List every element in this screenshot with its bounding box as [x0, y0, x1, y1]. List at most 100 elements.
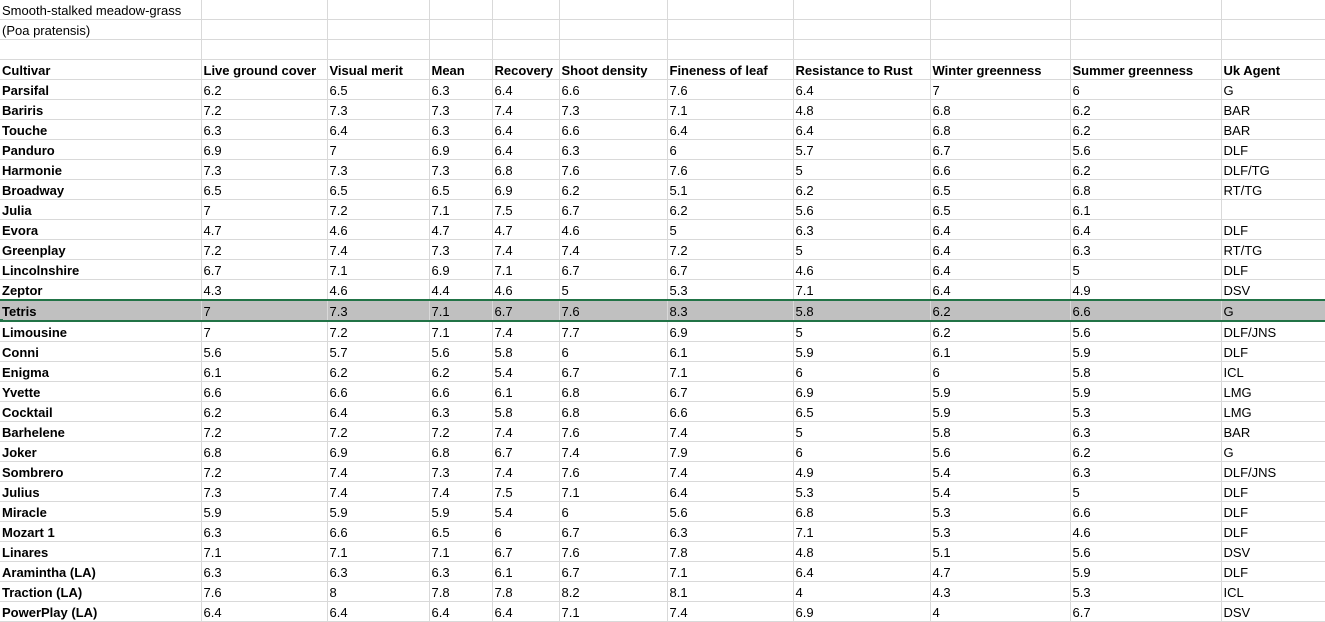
cultivar-cell[interactable]: Harmonie: [0, 159, 202, 180]
cell[interactable]: 5.9: [429, 501, 493, 522]
cell[interactable]: 4: [793, 581, 931, 602]
cell[interactable]: 6.4: [429, 601, 493, 622]
cell[interactable]: 7.8: [429, 581, 493, 602]
table-row[interactable]: Sombrero 7.2 7.4 7.3 7.4 7.6 7.4 4.9 5.4 6.3 DLF/J…: [0, 461, 1325, 482]
cell[interactable]: 6.7: [559, 199, 668, 220]
cell[interactable]: 7.4: [492, 461, 560, 482]
cell[interactable]: 6.7: [492, 541, 560, 562]
cell[interactable]: 6.7: [667, 259, 794, 280]
cell[interactable]: 6.7: [492, 299, 560, 322]
column-header[interactable]: Mean: [429, 59, 493, 80]
cell[interactable]: 6.4: [793, 561, 931, 582]
cell[interactable]: BAR: [1221, 421, 1325, 442]
cell[interactable]: 6.7: [559, 259, 668, 280]
cultivar-cell[interactable]: Yvette: [0, 381, 202, 402]
cell[interactable]: 7.3: [429, 99, 493, 120]
cell[interactable]: 6.3: [1070, 421, 1222, 442]
cell[interactable]: 7.6: [667, 159, 794, 180]
cell[interactable]: 6.4: [327, 601, 430, 622]
table-row[interactable]: Traction (LA) 7.6 8 7.8 7.8 8.2 8.1 4 4.3 5.3 ICL: [0, 581, 1325, 602]
cell[interactable]: 5.9: [1070, 341, 1222, 362]
cultivar-cell[interactable]: Barhelene: [0, 421, 202, 442]
cell[interactable]: 6.9: [793, 601, 931, 622]
cell[interactable]: 7.1: [327, 541, 430, 562]
cultivar-cell[interactable]: Cocktail: [0, 401, 202, 422]
table-row[interactable]: Lincolnshire 6.7 7.1 6.9 7.1 6.7 6.7 4.6 6.4 5 DLF: [0, 259, 1325, 280]
cell[interactable]: 6.4: [492, 119, 560, 140]
cell[interactable]: 7.3: [201, 159, 328, 180]
cell[interactable]: 6.4: [793, 119, 931, 140]
cell[interactable]: 6.2: [930, 299, 1071, 322]
cell[interactable]: 6.1: [667, 341, 794, 362]
cultivar-cell[interactable]: Evora: [0, 219, 202, 240]
cultivar-cell[interactable]: Aramintha (LA): [0, 561, 202, 582]
cell[interactable]: 6.5: [793, 401, 931, 422]
cultivar-cell[interactable]: Mozart 1: [0, 521, 202, 542]
cell[interactable]: [793, 0, 931, 20]
cell[interactable]: 5.6: [1070, 541, 1222, 562]
cell[interactable]: LMG: [1221, 401, 1325, 422]
cell[interactable]: 7.4: [667, 421, 794, 442]
cell[interactable]: 5.4: [930, 461, 1071, 482]
cell[interactable]: 6.2: [429, 361, 493, 382]
cell[interactable]: 8: [327, 581, 430, 602]
cell[interactable]: 5: [793, 321, 931, 342]
cell[interactable]: 7.2: [327, 421, 430, 442]
cell[interactable]: 6.6: [559, 119, 668, 140]
cell[interactable]: 6.9: [492, 179, 560, 200]
cell[interactable]: G: [1221, 441, 1325, 462]
cultivar-cell[interactable]: Enigma: [0, 361, 202, 382]
cell[interactable]: 5: [793, 239, 931, 260]
cell[interactable]: 7.4: [429, 481, 493, 502]
cell[interactable]: 7.4: [559, 239, 668, 260]
table-row[interactable]: Mozart 1 6.3 6.6 6.5 6 6.7 6.3 7.1 5.3 4.6 DLF: [0, 521, 1325, 542]
cell[interactable]: [667, 39, 794, 60]
cell[interactable]: 7.3: [429, 239, 493, 260]
cell[interactable]: 4.8: [793, 541, 931, 562]
cell[interactable]: 7.4: [492, 421, 560, 442]
cell[interactable]: 6.7: [492, 441, 560, 462]
table-row[interactable]: Julia 7 7.2 7.1 7.5 6.7 6.2 5.6 6.5 6.1: [0, 199, 1325, 220]
column-header[interactable]: Uk Agent: [1221, 59, 1325, 80]
cell[interactable]: 6.9: [201, 139, 328, 160]
cell[interactable]: 8.3: [667, 299, 794, 322]
cell[interactable]: 4.4: [429, 279, 493, 301]
cell[interactable]: 6.8: [793, 501, 931, 522]
cell[interactable]: [201, 39, 328, 60]
cell[interactable]: [492, 39, 560, 60]
column-header[interactable]: Cultivar: [0, 59, 202, 80]
cell[interactable]: 6.4: [667, 481, 794, 502]
cell[interactable]: 6.2: [930, 321, 1071, 342]
cell[interactable]: 7.4: [327, 239, 430, 260]
cell[interactable]: 4.6: [793, 259, 931, 280]
column-header[interactable]: Fineness of leaf: [667, 59, 794, 80]
cell[interactable]: 6.6: [1070, 299, 1222, 322]
cell[interactable]: 7.1: [559, 481, 668, 502]
cell[interactable]: 6.8: [930, 99, 1071, 120]
cell[interactable]: 4.6: [327, 219, 430, 240]
cell[interactable]: 4.7: [492, 219, 560, 240]
cell[interactable]: 6.8: [559, 401, 668, 422]
table-row[interactable]: Miracle 5.9 5.9 5.9 5.4 6 5.6 6.8 5.3 6.6 DLF: [0, 501, 1325, 522]
cultivar-cell[interactable]: Parsifal: [0, 79, 202, 100]
cell[interactable]: 6.4: [492, 79, 560, 100]
cell[interactable]: [429, 39, 493, 60]
cell[interactable]: 5.3: [667, 279, 794, 301]
cell[interactable]: 7: [327, 139, 430, 160]
cell[interactable]: [667, 19, 794, 40]
cell[interactable]: 7.3: [327, 159, 430, 180]
cultivar-cell[interactable]: Bariris: [0, 99, 202, 120]
table-row[interactable]: Limousine 7 7.2 7.1 7.4 7.7 6.9 5 6.2 5.6 DLF/JNS: [0, 321, 1325, 342]
cultivar-cell[interactable]: Linares: [0, 541, 202, 562]
cell[interactable]: [429, 0, 493, 20]
cell[interactable]: 4: [930, 601, 1071, 622]
cell[interactable]: 6.3: [667, 521, 794, 542]
cell[interactable]: [667, 0, 794, 20]
cell[interactable]: [429, 19, 493, 40]
cell[interactable]: 6.2: [327, 361, 430, 382]
cell[interactable]: 6.3: [201, 561, 328, 582]
cell[interactable]: 7.2: [201, 239, 328, 260]
cell[interactable]: 7.8: [667, 541, 794, 562]
cell[interactable]: 7: [201, 299, 328, 322]
cell[interactable]: 6.5: [327, 79, 430, 100]
